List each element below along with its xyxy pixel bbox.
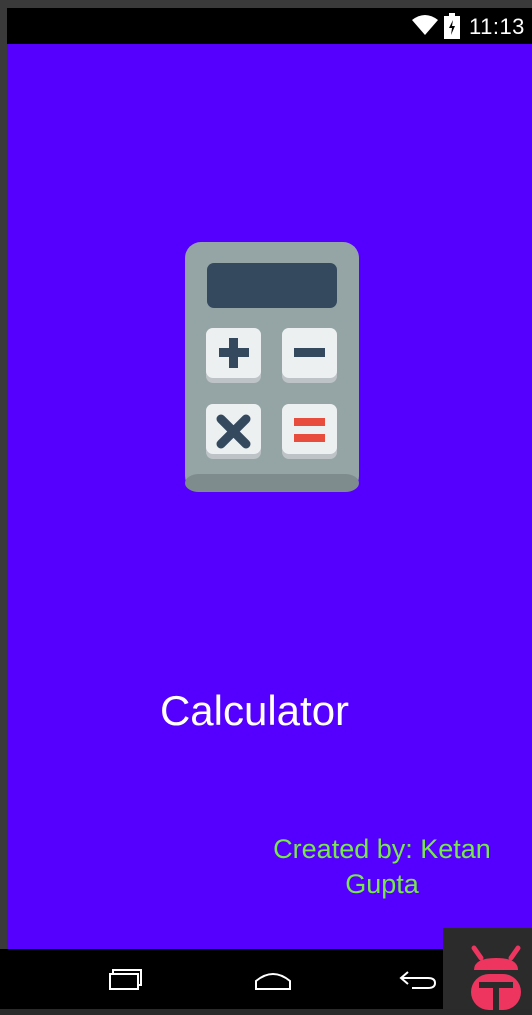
bug-overlay-button[interactable] [443,928,532,1010]
app-title: Calculator [159,687,350,734]
bug-icon [468,944,524,1015]
splash-screen: Calculator Created by: Ketan Gupta [7,44,532,949]
status-bar: 11:13 [7,8,532,44]
wifi-icon [411,14,439,41]
device-left-edge [0,0,7,1009]
home-icon[interactable] [248,963,298,997]
battery-icon [444,13,460,44]
credit-text: Created by: Ketan Gupta [273,834,491,899]
device-frame: 11:13 Calculator Created by: Ketan Gupta [0,0,532,1010]
device-top-edge [0,0,532,8]
recents-icon[interactable] [101,963,151,997]
back-icon[interactable] [393,963,443,997]
calculator-icon [185,242,359,497]
status-time: 11:13 [469,14,525,39]
